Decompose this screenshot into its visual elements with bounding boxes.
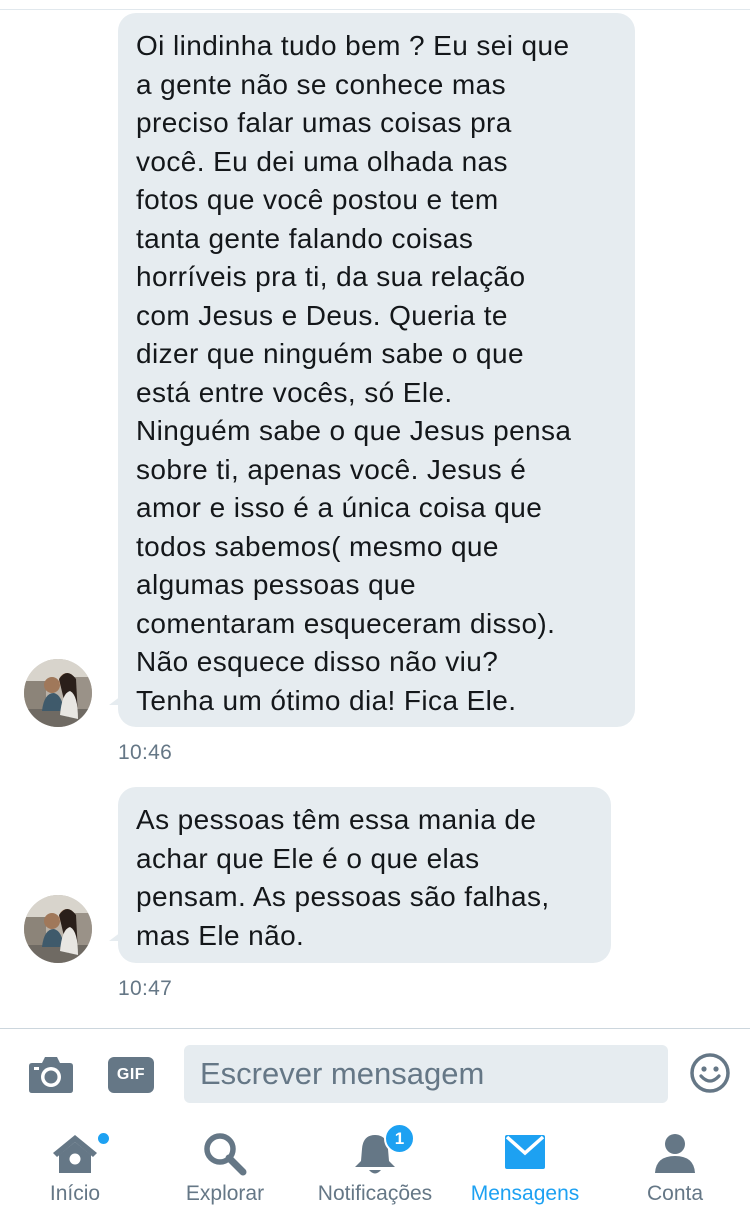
notification-badge: 1 [384, 1123, 415, 1154]
avatar-photo [24, 895, 92, 963]
tab-label: Mensagens [470, 1182, 580, 1205]
emoji-icon[interactable] [688, 1051, 732, 1095]
tab-explorar[interactable]: Explorar [150, 1119, 300, 1215]
tab-inicio[interactable]: Início [0, 1119, 150, 1215]
avatar[interactable] [24, 659, 92, 727]
avatar[interactable] [24, 895, 92, 963]
home-icon [50, 1131, 100, 1180]
camera-icon[interactable] [28, 1053, 74, 1095]
avatar-photo [24, 659, 92, 727]
tab-label: Explorar [185, 1182, 265, 1205]
composer: GIF [0, 1029, 750, 1119]
message-input[interactable] [184, 1045, 668, 1103]
top-divider [0, 9, 750, 10]
unread-dot [96, 1131, 111, 1146]
message-time: 10:47 [118, 977, 173, 1000]
tab-notificacoes[interactable]: 1 Notificações [300, 1119, 450, 1215]
tab-bar: Início Explorar 1 Notificações Mensagens… [0, 1119, 750, 1215]
tab-conta[interactable]: Conta [600, 1119, 750, 1215]
search-icon [202, 1131, 248, 1182]
message-bubble[interactable]: Oi lindinha tudo bem ? Eu sei que a gent… [109, 13, 635, 727]
tab-label: Notificações [317, 1182, 433, 1205]
tab-mensagens[interactable]: Mensagens [450, 1119, 600, 1215]
tab-label: Início [49, 1182, 101, 1205]
person-icon [653, 1131, 697, 1180]
message-time: 10:46 [118, 741, 173, 764]
tab-label: Conta [646, 1182, 704, 1205]
gif-button[interactable]: GIF [108, 1057, 154, 1093]
message-bubble[interactable]: As pessoas têm essa mania de achar que E… [109, 787, 611, 963]
mail-icon [503, 1131, 547, 1176]
